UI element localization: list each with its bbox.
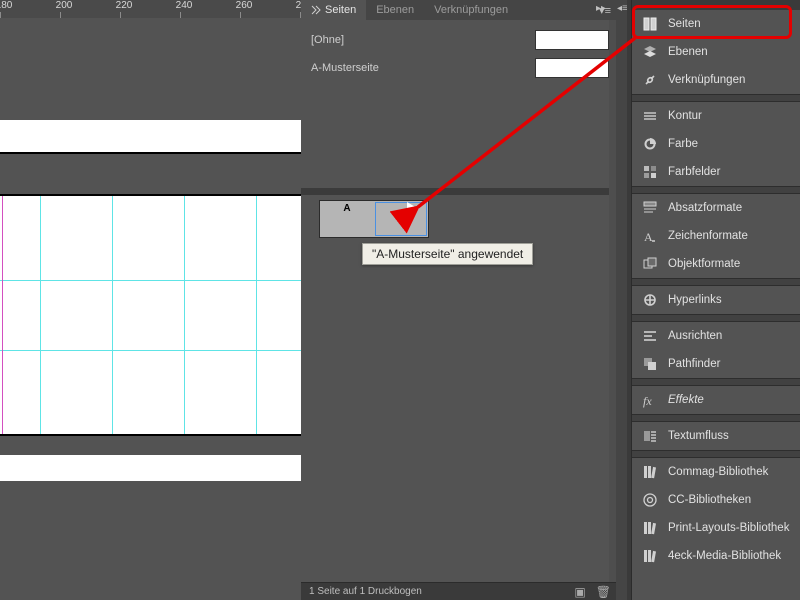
dock-item-label: Textumfluss [668, 430, 729, 442]
dock-item-label: Zeichenformate [668, 230, 748, 242]
dock-item-pathfinder[interactable]: Pathfinder [632, 350, 800, 378]
char-style-icon: A [642, 228, 658, 244]
layers-icon [642, 44, 658, 60]
canvas-area: 180 200 220 240 260 280 [0, 0, 301, 600]
ruler-mark: 180 [0, 0, 18, 18]
page-slice-bottom [0, 455, 301, 481]
master-label: [Ohne] [311, 34, 344, 46]
delete-page-button[interactable]: 🗑 [596, 585, 611, 599]
dock-item-cc-lib[interactable]: CC-Bibliotheken [632, 486, 800, 514]
master-thumb [535, 58, 609, 78]
dock-item-library[interactable]: 4eck-Media-Bibliothek [632, 542, 800, 570]
panel-status-bar: 1 Seite auf 1 Druckbogen ▣ 🗑 [301, 582, 619, 600]
dock-item-label: 4eck-Media-Bibliothek [668, 550, 781, 562]
tooltip-text: "A-Musterseite" angewendet [372, 247, 523, 261]
ruler-mark: 220 [110, 0, 138, 18]
dock-item-label: Objektformate [668, 258, 740, 270]
dock-item-label: Seiten [668, 18, 701, 30]
dock-item-fx[interactable]: fx Effekte [632, 386, 800, 414]
dock-item-textwrap[interactable]: Textumfluss [632, 422, 800, 450]
dock-separator [632, 186, 800, 194]
dock-item-align[interactable]: Ausrichten [632, 322, 800, 350]
dock-item-layers[interactable]: Ebenen [632, 38, 800, 66]
dock-item-library[interactable]: Print-Layouts-Bibliothek [632, 514, 800, 542]
dock-separator [632, 94, 800, 102]
master-row-a[interactable]: A-Musterseite [301, 54, 619, 82]
tab-verknuepfungen[interactable]: Verknüpfungen [424, 0, 518, 20]
cursor-icon [407, 202, 417, 214]
pathfinder-icon [642, 356, 658, 372]
dock-item-label: Hyperlinks [668, 294, 722, 306]
dock-item-color[interactable]: Farbe [632, 130, 800, 158]
color-icon [642, 136, 658, 152]
ruler-mark: 260 [230, 0, 258, 18]
dock-item-para-style[interactable]: Absatzformate [632, 194, 800, 222]
hyperlink-icon [642, 292, 658, 308]
tab-label: Verknüpfungen [434, 0, 508, 20]
dock-item-library[interactable]: Commag-Bibliothek [632, 458, 800, 486]
panel-tabbar: Seiten Ebenen Verknüpfungen ▾≡ [301, 0, 619, 20]
right-dock: Seiten Ebenen Verknüpfungen Kontur Farbe Farb… [631, 0, 800, 600]
panel-dragger[interactable] [301, 188, 619, 195]
ruler-mark: 240 [170, 0, 198, 18]
library-icon [642, 548, 658, 564]
svg-text:fx: fx [643, 394, 652, 408]
dock-item-label: Farbe [668, 138, 698, 150]
tab-ebenen[interactable]: Ebenen [366, 0, 424, 20]
dock-item-label: Ebenen [668, 46, 708, 58]
page-half-left: A [320, 201, 374, 237]
dock-item-label: Absatzformate [668, 202, 742, 214]
dock-separator [632, 314, 800, 322]
tab-label: Ebenen [376, 0, 414, 20]
svg-text:A: A [644, 230, 653, 244]
fx-icon: fx [642, 392, 658, 408]
master-label: A-Musterseite [311, 62, 379, 74]
dock-item-label: Effekte [668, 394, 704, 406]
collapse-handle[interactable]: ▸▸ [595, 3, 607, 14]
textwrap-icon [642, 428, 658, 444]
dock-item-label: Commag-Bibliothek [668, 466, 768, 478]
dock-item-label: Kontur [668, 110, 702, 122]
master-thumb [535, 30, 609, 50]
stroke-icon [642, 108, 658, 124]
links-icon [642, 72, 658, 88]
library-icon [642, 464, 658, 480]
page-half-right [374, 201, 428, 237]
pages-icon [642, 16, 658, 32]
dock-item-label: CC-Bibliotheken [668, 494, 751, 506]
dock-separator [632, 450, 800, 458]
obj-style-icon [642, 256, 658, 272]
dock-item-label: Ausrichten [668, 330, 722, 342]
dock-item-char-style[interactable]: A Zeichenformate [632, 222, 800, 250]
new-page-button[interactable]: ▣ [574, 585, 585, 599]
tooltip: "A-Musterseite" angewendet [362, 243, 533, 265]
align-icon [642, 328, 658, 344]
panel-status-text: 1 Seite auf 1 Druckbogen [309, 586, 422, 597]
para-style-icon [642, 200, 658, 216]
tab-seiten[interactable]: Seiten [301, 0, 366, 20]
master-list: [Ohne] A-Musterseite [301, 20, 619, 96]
cc-lib-icon [642, 492, 658, 508]
dock-item-pages[interactable]: Seiten [632, 10, 800, 38]
master-row-none[interactable]: [Ohne] [301, 26, 619, 54]
swatches-icon [642, 164, 658, 180]
dock-item-links[interactable]: Verknüpfungen [632, 66, 800, 94]
page-slice-top [0, 120, 301, 152]
dock-separator [632, 378, 800, 386]
dock-item-obj-style[interactable]: Objektformate [632, 250, 800, 278]
ruler-horizontal: 180 200 220 240 260 280 [0, 0, 301, 18]
pages-panel: Seiten Ebenen Verknüpfungen ▾≡ [Ohne] A-… [301, 0, 619, 600]
dock-item-hyperlink[interactable]: Hyperlinks [632, 286, 800, 314]
tab-label: Seiten [325, 0, 356, 20]
dock-item-swatches[interactable]: Farbfelder [632, 158, 800, 186]
dock-item-label: Print-Layouts-Bibliothek [668, 522, 789, 534]
dock-item-stroke[interactable]: Kontur [632, 102, 800, 130]
dock-item-label: Pathfinder [668, 358, 720, 370]
dock-separator [632, 414, 800, 422]
dock-item-label: Farbfelder [668, 166, 720, 178]
dock-item-label: Verknüpfungen [668, 74, 745, 86]
dock-separator [632, 278, 800, 286]
library-icon [642, 520, 658, 536]
ruler-mark: 200 [50, 0, 78, 18]
